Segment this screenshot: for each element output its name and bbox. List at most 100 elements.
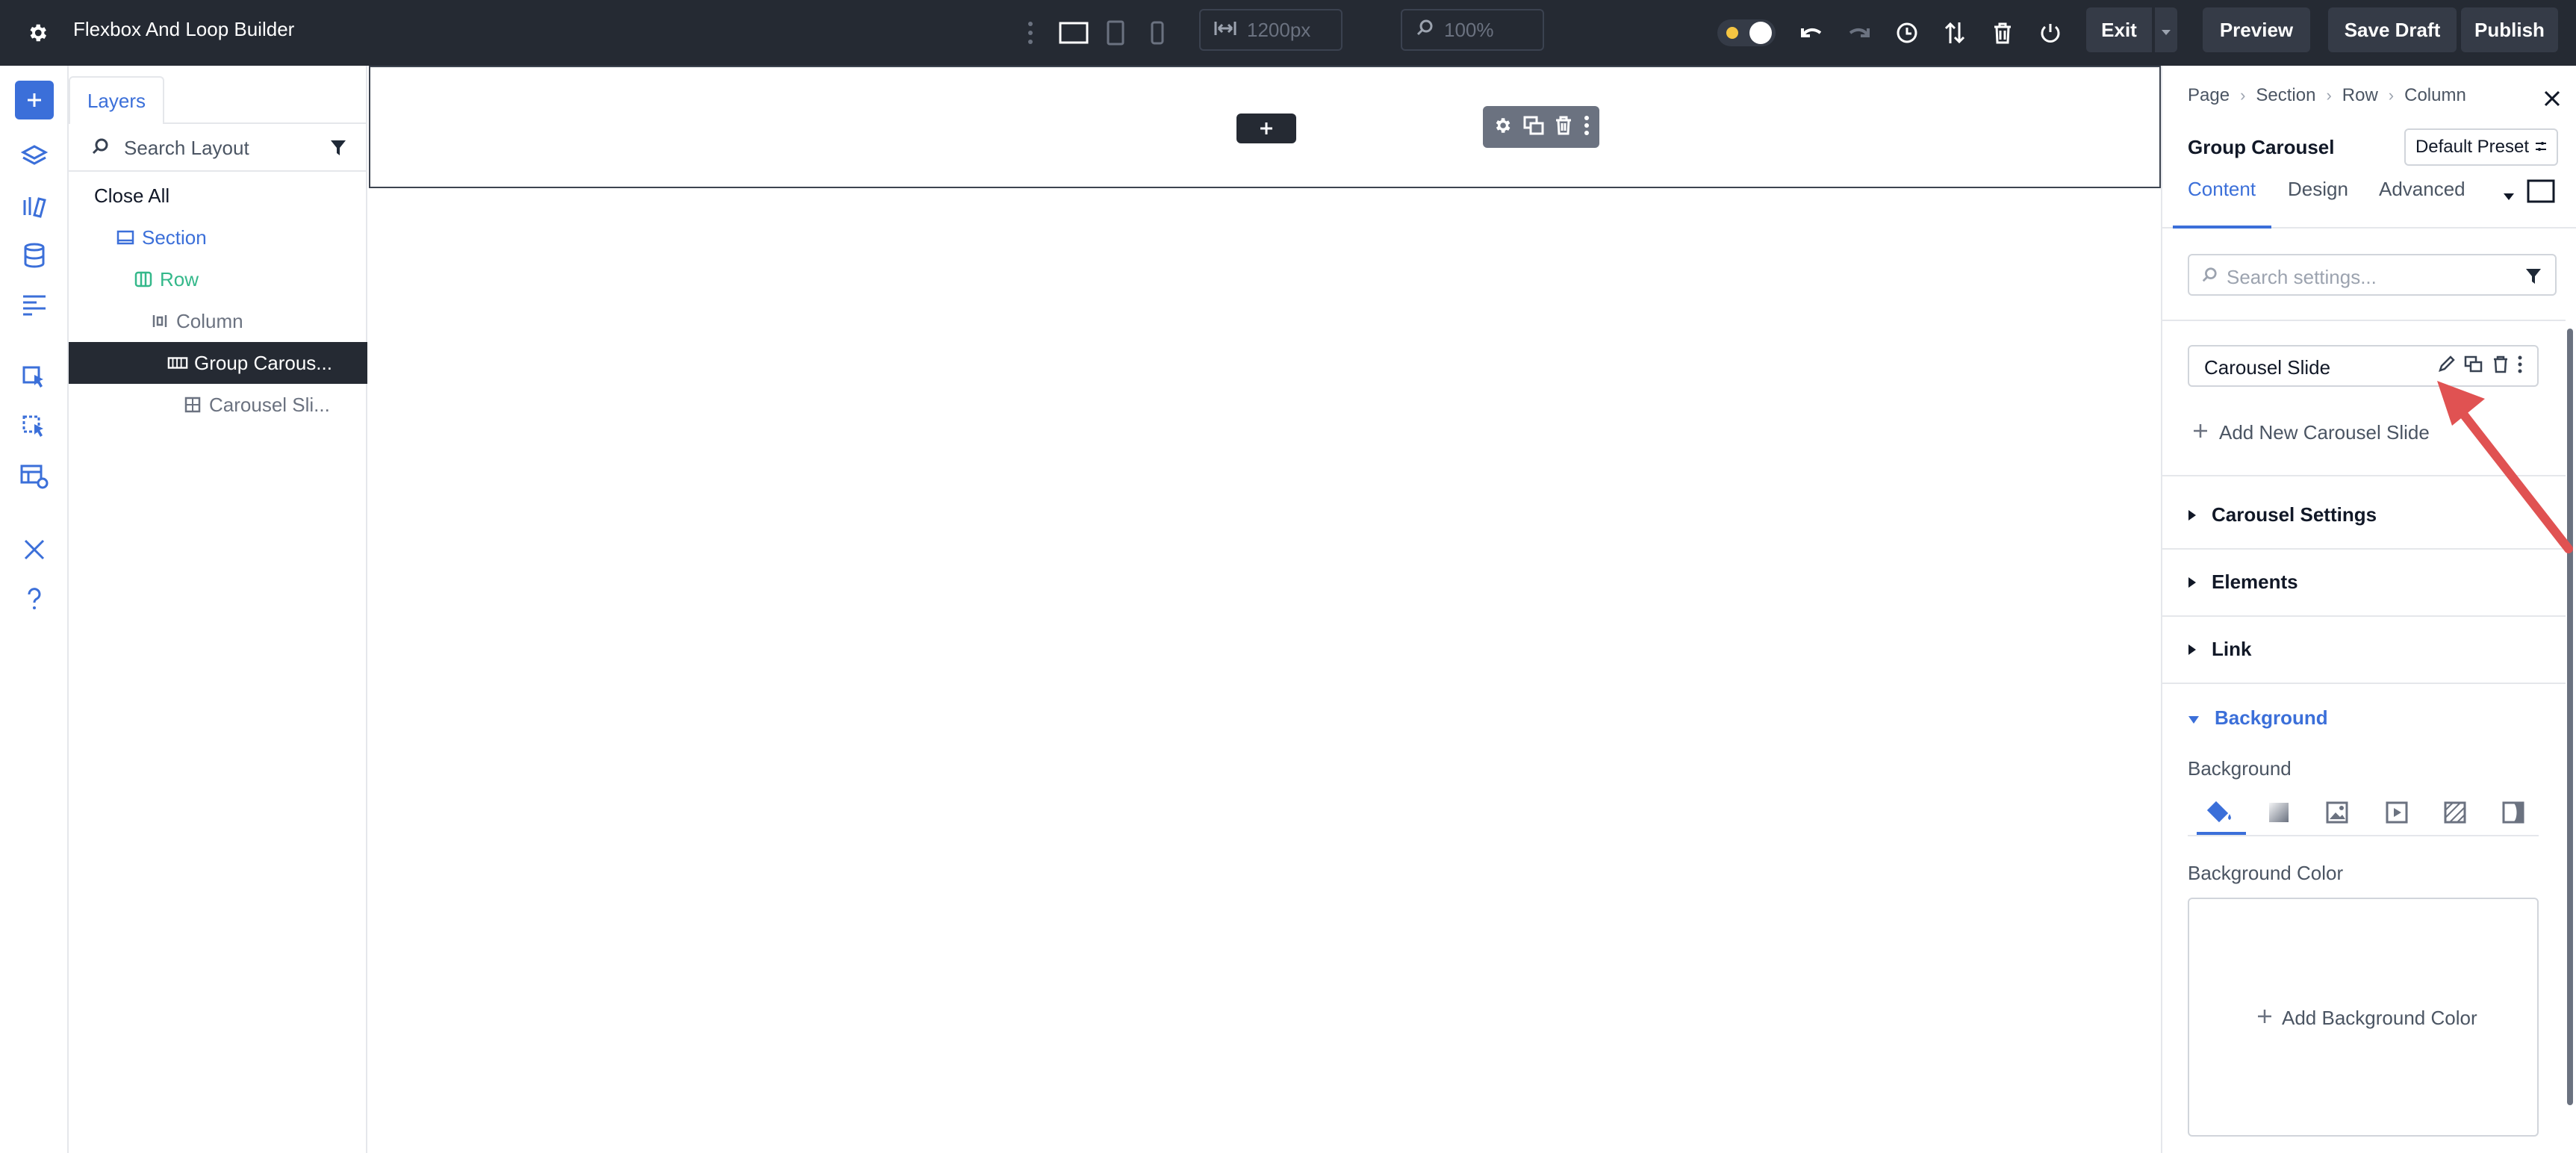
video-icon[interactable] [2379,795,2415,830]
template-settings-icon[interactable] [15,457,54,496]
zoom-search-icon [1416,19,1434,42]
layers-search-input[interactable]: Search Layout [124,137,249,160]
layers-search: Search Layout [69,124,367,172]
module-settings-gear-icon[interactable] [1493,116,1512,139]
carousel-slide-label: Carousel Slide [2204,356,2331,379]
search-icon [2201,267,2218,287]
breadcrumb-separator: › [2388,86,2395,105]
layer-carousel-slide-label: Carousel Sli... [209,393,330,416]
layout-list-icon[interactable] [15,285,54,324]
active-bg-tab-indicator [2197,832,2246,835]
loop-builder-alt-icon[interactable] [15,408,54,447]
settings-search-input[interactable]: Search settings... [2227,266,2377,289]
breadcrumb-separator: › [2240,86,2246,105]
zoom-field[interactable]: 100% [1401,9,1544,51]
top-toolbar: Flexbox And Loop Builder 1200px 100% Exi… [0,0,2576,66]
layer-column[interactable]: Column [69,300,367,342]
search-icon [91,137,109,159]
portability-arrows-icon[interactable] [1938,15,1971,51]
canvas-width-field[interactable]: 1200px [1199,9,1343,51]
tab-advanced[interactable]: Advanced [2379,178,2465,201]
builder-canvas[interactable] [369,66,2161,1153]
layer-section[interactable]: Section [69,217,367,258]
breadcrumb-page[interactable]: Page [2188,85,2230,106]
section-icon [115,227,136,248]
divider [2162,320,2566,321]
database-icon[interactable] [15,236,54,275]
desktop-view-icon[interactable] [1056,15,1092,51]
tab-design[interactable]: Design [2288,178,2348,201]
breadcrumb-column[interactable]: Column [2404,85,2466,106]
module-delete-icon[interactable] [1555,116,1572,139]
exit-button[interactable]: Exit [2086,7,2152,52]
paint-bucket-icon[interactable] [2203,795,2239,830]
module-more-icon[interactable] [1584,115,1590,140]
gradient-icon[interactable] [2261,795,2297,830]
layer-section-label: Section [142,226,207,249]
help-question-icon[interactable] [15,579,54,618]
phone-view-icon[interactable] [1142,15,1172,51]
background-color-box[interactable]: Add Background Color [2188,898,2539,1137]
loop-builder-icon[interactable] [15,358,54,397]
publish-button[interactable]: Publish [2461,7,2558,52]
add-plus-icon[interactable] [15,81,54,119]
canvas-section[interactable] [369,66,2161,188]
layers-icon[interactable] [15,137,54,176]
accordion-label: Background [2215,706,2328,729]
tablet-view-icon[interactable] [1099,15,1132,51]
breadcrumb-section[interactable]: Section [2256,85,2315,106]
module-duplicate-icon[interactable] [1523,116,1544,139]
tools-icon[interactable] [15,530,54,569]
breadcrumb: Page › Section › Row › Column [2188,85,2466,106]
filter-icon[interactable] [330,139,346,161]
width-arrows-icon [1214,19,1236,42]
preset-dropdown[interactable]: Default Preset [2404,128,2558,166]
layer-group-carousel-label: Group Carous... [194,351,332,374]
row-icon [133,269,154,290]
layer-row[interactable]: Row [69,258,367,300]
accordion-carousel-settings[interactable]: Carousel Settings [2188,503,2377,526]
background-type-tabs [2188,787,2539,836]
responsive-view-icon[interactable] [2527,179,2555,208]
trash-icon[interactable] [1986,15,2019,51]
library-icon[interactable] [15,187,54,226]
background-label: Background [2188,757,2292,780]
accordion-link[interactable]: Link [2188,638,2251,661]
accordion-label: Carousel Settings [2212,503,2377,526]
layer-row-label: Row [160,267,199,290]
settings-search-field[interactable]: Search settings... [2188,254,2557,296]
save-draft-button[interactable]: Save Draft [2328,7,2457,52]
add-background-color-button[interactable]: Add Background Color [2256,1007,2477,1030]
add-new-carousel-slide-button[interactable]: Add New Carousel Slide [2192,421,2430,444]
history-clock-icon[interactable] [1891,15,1923,51]
preview-button[interactable]: Preview [2203,7,2310,52]
close-panel-icon[interactable] [2536,82,2569,115]
mask-icon[interactable] [2495,795,2531,830]
theme-toggle[interactable] [1717,15,1777,51]
undo-icon[interactable] [1795,15,1828,51]
accordion-elements[interactable]: Elements [2188,571,2298,594]
caret-right-icon [2188,638,2197,661]
redo-icon[interactable] [1843,15,1876,51]
background-color-label: Background Color [2188,862,2344,884]
accordion-background[interactable]: Background [2188,706,2328,730]
add-module-button[interactable] [1236,114,1296,143]
settings-gear-icon[interactable] [21,16,54,49]
tab-content[interactable]: Content [2188,178,2256,201]
exit-dropdown-button[interactable] [2155,7,2177,52]
layers-panel: Layers Search Layout Close All Section R… [69,66,367,1153]
layer-carousel-slide[interactable]: Carousel Sli... [69,384,367,426]
layer-group-carousel[interactable]: Group Carous... [69,342,367,384]
image-icon[interactable] [2319,795,2355,830]
close-all-button[interactable]: Close All [69,175,367,217]
filter-icon[interactable] [2525,267,2542,289]
module-toolbar [1483,106,1599,148]
tabs-dropdown-icon[interactable] [2503,184,2515,207]
more-vertical-icon[interactable] [1020,15,1041,51]
breadcrumb-row[interactable]: Row [2342,85,2378,106]
annotation-arrow-icon [2437,381,2573,553]
pattern-icon[interactable] [2437,795,2473,830]
width-value: 1200px [1247,18,1311,41]
tab-layers[interactable]: Layers [69,76,164,124]
power-icon[interactable] [2034,15,2067,51]
